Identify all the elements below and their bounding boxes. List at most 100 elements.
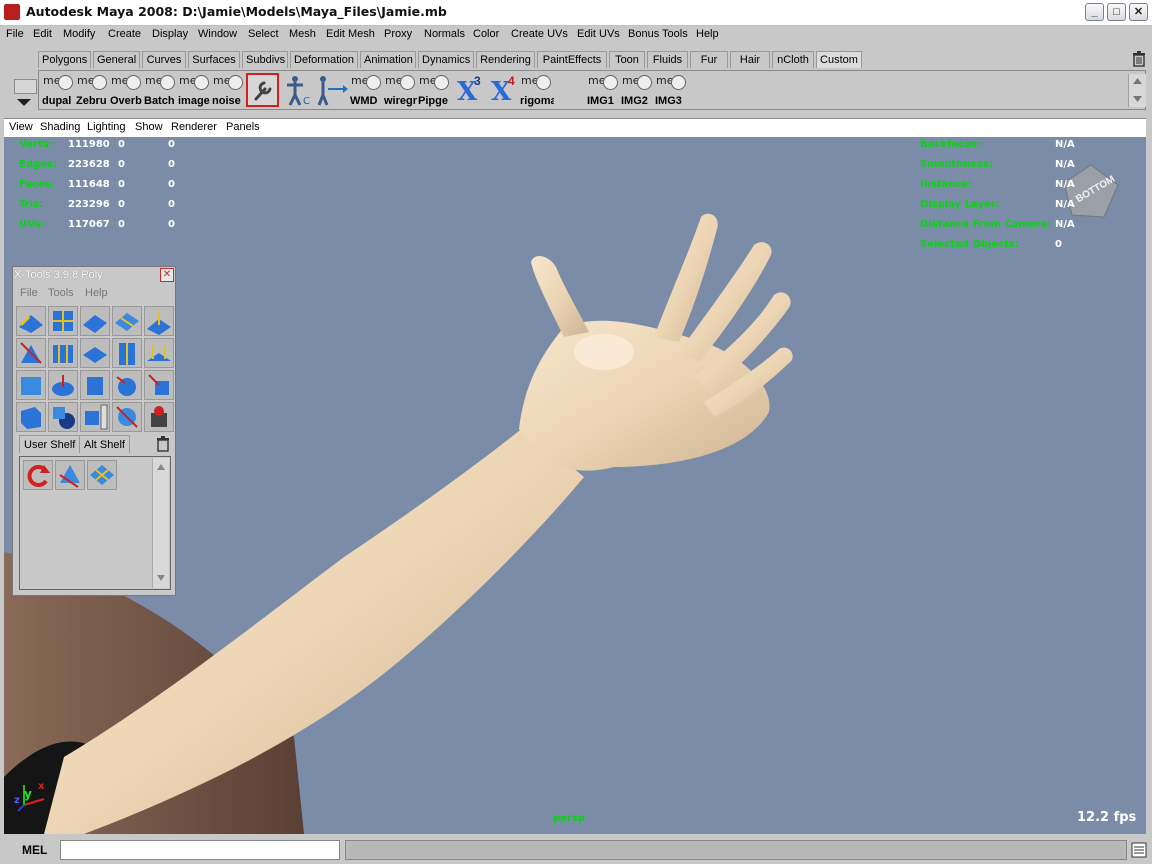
menu-window[interactable]: Window (198, 28, 237, 40)
shelf-button-pipge[interactable]: mel Pipge (417, 73, 450, 107)
xtools-tool-icon[interactable] (144, 306, 174, 336)
menu-edit-uvs[interactable]: Edit UVs (577, 28, 620, 40)
xtools-tool-icon[interactable] (112, 338, 142, 368)
shelf-tab-deformation[interactable]: Deformation (290, 51, 358, 68)
xtools-tool-icon[interactable] (112, 370, 142, 400)
maximize-button[interactable]: □ (1107, 3, 1126, 21)
close-button[interactable]: ✕ (1129, 3, 1148, 21)
xtools-tool-icon[interactable] (112, 306, 142, 336)
menu-color[interactable]: Color (473, 28, 499, 40)
menu-edit[interactable]: Edit (33, 28, 52, 40)
shelf-tab-ncloth[interactable]: nCloth (772, 51, 814, 68)
xtools-tool-icon[interactable] (80, 338, 110, 368)
shelf-scrollbar[interactable] (1128, 74, 1146, 107)
shelf-tab-painteffects[interactable]: PaintEffects (537, 51, 607, 68)
xtools-tool-icon[interactable] (16, 402, 46, 432)
shelf-tab-custom[interactable]: Custom (816, 51, 862, 68)
menu-create[interactable]: Create (108, 28, 141, 40)
shelf-tab-general[interactable]: General (93, 51, 140, 68)
shelf-tab-fluids[interactable]: Fluids (647, 51, 688, 68)
shelf-button-zebru[interactable]: mel Zebru (75, 73, 108, 107)
xtools-title-bar[interactable]: X-Tools 3.9.8 Poly (14, 268, 174, 283)
menu-proxy[interactable]: Proxy (384, 28, 412, 40)
shelf-trash-icon[interactable] (1132, 51, 1146, 67)
shelf-tab-toon[interactable]: Toon (609, 51, 645, 68)
xtools-menu-file[interactable]: File (20, 287, 38, 299)
panel-menu-renderer[interactable]: Renderer (171, 121, 217, 133)
character-c-icon[interactable]: C (281, 73, 314, 107)
xtools-tool-icon[interactable] (16, 306, 46, 336)
shelf-button-overb[interactable]: mel Overb (109, 73, 142, 107)
menu-help[interactable]: Help (696, 28, 719, 40)
shelf-button-img3[interactable]: mel IMG3 (654, 73, 687, 107)
mel-command-input[interactable] (60, 840, 340, 860)
shelf-button-image[interactable]: mel image (177, 73, 210, 107)
panel-menu-lighting[interactable]: Lighting (87, 121, 126, 133)
xtools-tool-icon[interactable] (80, 306, 110, 336)
shelf-menu-arrow-icon[interactable] (16, 97, 32, 107)
cone-extrude-icon[interactable] (55, 460, 85, 490)
shelf-button-img2[interactable]: mel IMG2 (620, 73, 653, 107)
xtools-tool-icon[interactable] (16, 370, 46, 400)
x4-icon[interactable]: X 4 (485, 73, 518, 107)
xtools-tool-icon[interactable] (144, 402, 174, 432)
xtools-shelf-scrollbar[interactable] (152, 458, 169, 588)
maya-app-icon[interactable] (4, 4, 20, 20)
shelf-button-rigoma[interactable]: mel rigoma (519, 73, 554, 107)
menu-bonus-tools[interactable]: Bonus Tools (628, 28, 688, 40)
shelf-button-dupal[interactable]: mel dupal (41, 73, 74, 107)
menu-normals[interactable]: Normals (424, 28, 465, 40)
xtools-tool-icon[interactable] (48, 402, 78, 432)
grid-plane-icon[interactable] (87, 460, 117, 490)
xtools-tool-icon[interactable] (48, 306, 78, 336)
shelf-button-noise[interactable]: mel noise (211, 73, 244, 107)
xtools-tool-icon[interactable] (48, 370, 78, 400)
shelf-tabs-toggle-button[interactable] (14, 79, 37, 94)
minimize-button[interactable]: _ (1085, 3, 1104, 21)
wrench-icon[interactable] (246, 73, 279, 107)
panel-menu-shading[interactable]: Shading (40, 121, 80, 133)
view-cube[interactable]: BOTTOM (1062, 163, 1120, 221)
xtools-tool-icon[interactable] (48, 338, 78, 368)
xtools-tool-icon[interactable] (112, 402, 142, 432)
menu-file[interactable]: File (6, 28, 24, 40)
panel-menu-view[interactable]: View (9, 121, 33, 133)
xtools-tool-icon[interactable] (80, 370, 110, 400)
menu-modify[interactable]: Modify (63, 28, 95, 40)
script-editor-icon[interactable] (1131, 841, 1147, 859)
shelf-tab-animation[interactable]: Animation (360, 51, 416, 68)
shelf-tab-hair[interactable]: Hair (730, 51, 770, 68)
shelf-button-wmd[interactable]: mel WMD (349, 73, 382, 107)
menu-mesh[interactable]: Mesh (289, 28, 316, 40)
shelf-tab-subdivs[interactable]: Subdivs (242, 51, 288, 68)
menu-display[interactable]: Display (152, 28, 188, 40)
xtools-tool-icon[interactable] (16, 338, 46, 368)
mel-label[interactable]: MEL (22, 843, 47, 857)
panel-menu-panels[interactable]: Panels (226, 121, 260, 133)
xtools-tool-icon[interactable] (80, 402, 110, 432)
shelf-button-img1[interactable]: mel IMG1 (586, 73, 619, 107)
menu-select[interactable]: Select (248, 28, 279, 40)
xtools-close-button[interactable]: ✕ (160, 268, 174, 282)
shelf-tab-polygons[interactable]: Polygons (38, 51, 91, 68)
xtools-tab-user-shelf[interactable]: User Shelf (19, 435, 81, 453)
menu-create-uvs[interactable]: Create UVs (511, 28, 568, 40)
xtools-tool-icon[interactable] (144, 338, 174, 368)
xtools-tab-alt-shelf[interactable]: Alt Shelf (79, 435, 130, 453)
shelf-button-batch[interactable]: mel Batch (143, 73, 176, 107)
xtools-menu-help[interactable]: Help (85, 287, 108, 299)
xtools-trash-icon[interactable] (156, 436, 170, 452)
shelf-tab-fur[interactable]: Fur (690, 51, 728, 68)
shelf-tab-curves[interactable]: Curves (142, 51, 186, 68)
x3-icon[interactable]: X 3 (451, 73, 484, 107)
character-arrow-icon[interactable] (315, 73, 348, 107)
shelf-button-wiregr[interactable]: mel wiregr (383, 73, 417, 107)
menu-edit-mesh[interactable]: Edit Mesh (326, 28, 375, 40)
shelf-tab-dynamics[interactable]: Dynamics (418, 51, 474, 68)
panel-menu-show[interactable]: Show (135, 121, 163, 133)
xtools-menu-tools[interactable]: Tools (48, 287, 74, 299)
shelf-tab-surfaces[interactable]: Surfaces (188, 51, 240, 68)
xtools-tool-icon[interactable] (144, 370, 174, 400)
shelf-tab-rendering[interactable]: Rendering (476, 51, 535, 68)
redo-arrow-icon[interactable] (23, 460, 53, 490)
